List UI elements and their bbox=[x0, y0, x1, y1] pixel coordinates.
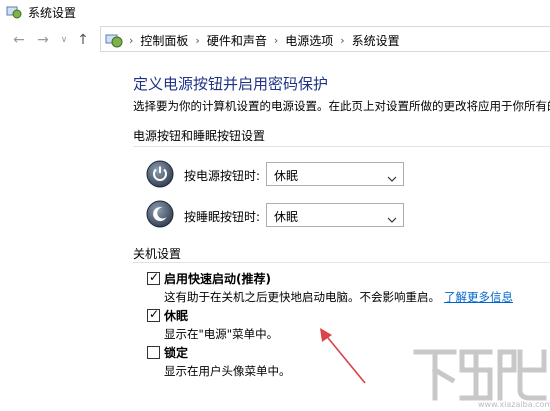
fast-startup-description-text: 这有助于在关机之后更快地启动电脑。不会影响重启。 bbox=[164, 290, 440, 304]
breadcrumb-item-power-options[interactable]: 电源选项 bbox=[285, 32, 333, 49]
section-divider bbox=[133, 262, 550, 263]
fast-startup-description: 这有助于在关机之后更快地启动电脑。不会影响重启。 了解更多信息 bbox=[164, 289, 513, 305]
annotation-arrow-icon bbox=[320, 328, 366, 384]
breadcrumb: › 控制面板 › 硬件和声音 › 电源选项 › 系统设置 bbox=[129, 32, 400, 49]
fast-startup-checkbox[interactable]: ✓ bbox=[147, 270, 160, 285]
chevron-right-icon: › bbox=[273, 34, 279, 47]
power-button-action-value: 休眠 bbox=[274, 169, 299, 183]
page-description: 选择要为你的计算机设置的电源设置。在此页上对设置所做的更改将应用于你所有的电 bbox=[133, 99, 550, 113]
power-buttons-heading: 电源按钮和睡眠按钮设置 bbox=[133, 129, 266, 143]
sleep-button-icon bbox=[146, 200, 174, 228]
hibernate-label[interactable]: 休眠 bbox=[164, 307, 188, 324]
sleep-button-action-value: 休眠 bbox=[274, 210, 299, 224]
power-button-icon bbox=[146, 160, 174, 188]
checkmark-icon: ✓ bbox=[149, 270, 160, 284]
chevron-down-icon bbox=[387, 169, 397, 182]
breadcrumb-item-control-panel[interactable]: 控制面板 bbox=[140, 32, 188, 49]
power-button-label: 按电源按钮时: bbox=[184, 169, 261, 183]
shutdown-settings-heading: 关机设置 bbox=[133, 247, 182, 261]
fast-startup-label[interactable]: 启用快速启动(推荐) bbox=[164, 270, 271, 287]
section-divider bbox=[133, 146, 550, 147]
control-panel-icon bbox=[105, 31, 123, 49]
page-title: 定义电源按钮并启用密码保护 bbox=[133, 75, 329, 93]
breadcrumb-item-hardware-sound[interactable]: 硬件和声音 bbox=[207, 32, 267, 49]
forward-arrow-icon[interactable]: → bbox=[34, 31, 52, 49]
watermark-url: www.xiazaiba.com bbox=[478, 400, 550, 409]
window-titlebar: 系统设置 bbox=[0, 0, 550, 24]
chevron-right-icon: › bbox=[340, 34, 345, 47]
lock-description: 显示在用户头像菜单中。 bbox=[164, 364, 291, 378]
hibernate-description: 显示在"电源"菜单中。 bbox=[164, 327, 279, 341]
chevron-right-icon: › bbox=[195, 34, 200, 47]
sleep-button-action-select[interactable]: 休眠 bbox=[266, 203, 404, 227]
sleep-button-label: 按睡眠按钮时: bbox=[184, 210, 261, 224]
address-bar[interactable]: › 控制面板 › 硬件和声音 › 电源选项 › 系统设置 bbox=[100, 26, 550, 52]
lock-checkbox[interactable] bbox=[147, 346, 160, 359]
breadcrumb-item-system-settings[interactable]: 系统设置 bbox=[352, 32, 400, 49]
control-panel-icon bbox=[6, 4, 22, 20]
up-arrow-icon[interactable]: ↑ bbox=[74, 31, 92, 49]
checkmark-icon: ✓ bbox=[149, 307, 160, 321]
recent-locations-icon[interactable]: ∨ bbox=[55, 31, 73, 49]
learn-more-link[interactable]: 了解更多信息 bbox=[444, 290, 513, 304]
hibernate-checkbox[interactable]: ✓ bbox=[147, 307, 160, 322]
lock-label[interactable]: 锁定 bbox=[164, 344, 188, 361]
back-arrow-icon[interactable]: ← bbox=[10, 31, 28, 49]
power-button-action-select[interactable]: 休眠 bbox=[266, 162, 404, 186]
window-title: 系统设置 bbox=[28, 6, 77, 20]
chevron-down-icon bbox=[387, 210, 397, 223]
chevron-right-icon: › bbox=[129, 34, 134, 47]
